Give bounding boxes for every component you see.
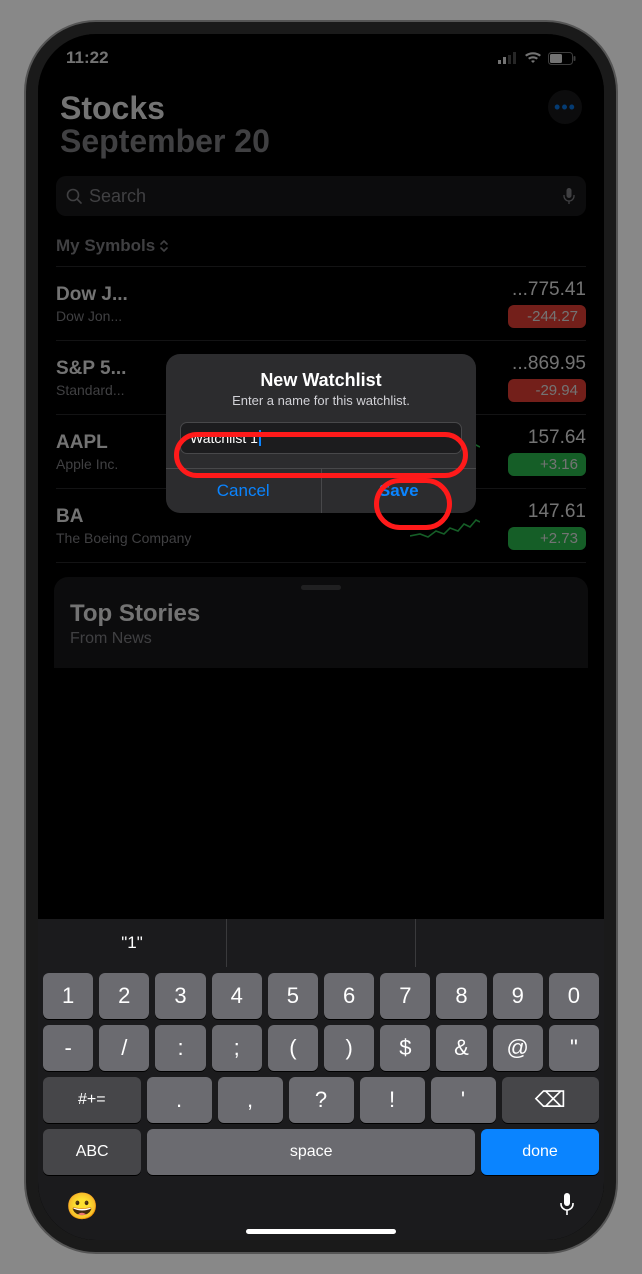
- mic-icon: [558, 1191, 576, 1217]
- key-6[interactable]: 6: [324, 973, 374, 1019]
- key-3[interactable]: 3: [155, 973, 205, 1019]
- screen: 11:22 Stocks September 20 ••• Search: [38, 34, 604, 1240]
- key-exclaim[interactable]: !: [360, 1077, 425, 1123]
- dialog-title: New Watchlist: [166, 354, 476, 393]
- key-5[interactable]: 5: [268, 973, 318, 1019]
- keyboard: "1" 1 2 3 4 5 6 7 8 9 0 - / : ; (: [38, 919, 604, 1240]
- home-indicator[interactable]: [246, 1229, 396, 1234]
- key-apostrophe[interactable]: ': [431, 1077, 496, 1123]
- emoji-button[interactable]: 😀: [66, 1191, 98, 1222]
- key-1[interactable]: 1: [43, 973, 93, 1019]
- key-dollar[interactable]: $: [380, 1025, 430, 1071]
- key-rparen[interactable]: ): [324, 1025, 374, 1071]
- key-space[interactable]: space: [147, 1129, 475, 1175]
- prediction-slot[interactable]: "1": [38, 919, 227, 967]
- key-0[interactable]: 0: [549, 973, 599, 1019]
- phone-frame: 11:22 Stocks September 20 ••• Search: [26, 22, 616, 1252]
- save-button[interactable]: Save: [321, 469, 477, 513]
- key-backspace[interactable]: ⌫: [502, 1077, 600, 1123]
- key-4[interactable]: 4: [212, 973, 262, 1019]
- prediction-bar: "1": [38, 919, 604, 967]
- key-colon[interactable]: :: [155, 1025, 205, 1071]
- cancel-button[interactable]: Cancel: [166, 469, 321, 513]
- key-comma[interactable]: ,: [218, 1077, 283, 1123]
- prediction-slot[interactable]: [416, 919, 604, 967]
- key-7[interactable]: 7: [380, 973, 430, 1019]
- key-question[interactable]: ?: [289, 1077, 354, 1123]
- device-notch: [206, 34, 436, 68]
- key-2[interactable]: 2: [99, 973, 149, 1019]
- key-9[interactable]: 9: [493, 973, 543, 1019]
- text-cursor: [258, 430, 261, 446]
- key-dash[interactable]: -: [43, 1025, 93, 1071]
- key-period[interactable]: .: [147, 1077, 212, 1123]
- key-shift-symbols[interactable]: #+=: [43, 1077, 141, 1123]
- key-at[interactable]: @: [493, 1025, 543, 1071]
- key-lparen[interactable]: (: [268, 1025, 318, 1071]
- new-watchlist-dialog: New Watchlist Enter a name for this watc…: [166, 354, 476, 513]
- key-quote[interactable]: ": [549, 1025, 599, 1071]
- backspace-icon: ⌫: [535, 1087, 566, 1113]
- dialog-subtitle: Enter a name for this watchlist.: [166, 393, 476, 422]
- key-slash[interactable]: /: [99, 1025, 149, 1071]
- key-semicolon[interactable]: ;: [212, 1025, 262, 1071]
- key-8[interactable]: 8: [436, 973, 486, 1019]
- key-amp[interactable]: &: [436, 1025, 486, 1071]
- prediction-slot[interactable]: [227, 919, 416, 967]
- key-mode-abc[interactable]: ABC: [43, 1129, 141, 1175]
- key-done[interactable]: done: [481, 1129, 599, 1175]
- dictation-button[interactable]: [558, 1191, 576, 1222]
- watchlist-name-input[interactable]: Watchlist 1: [180, 422, 462, 454]
